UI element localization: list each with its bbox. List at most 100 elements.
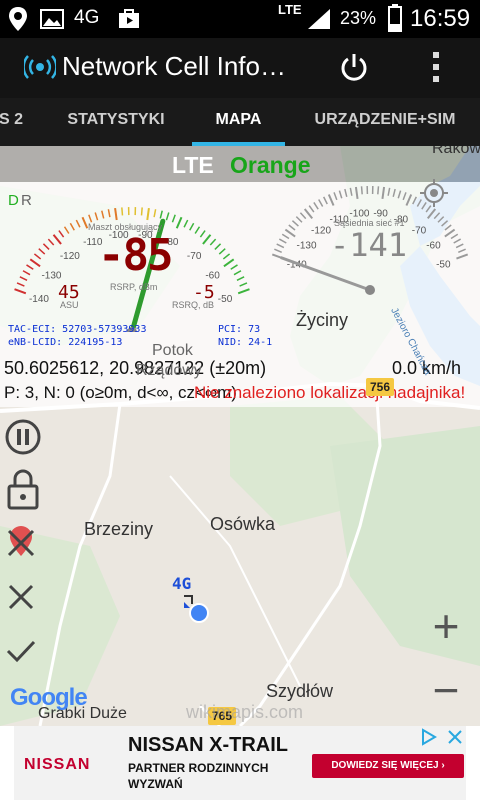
- neighbor-rsrp-value: -141: [330, 226, 408, 264]
- serving-rsrq-label: RSRQ, dB: [172, 300, 215, 310]
- tab-s2[interactable]: S 2: [0, 98, 26, 146]
- neighbor-gauge-tick: [381, 186, 386, 199]
- ad-brand-logo: NISSAN: [24, 756, 91, 773]
- serving-gauge-tick: [29, 258, 41, 268]
- serving-gauge-tick: [202, 234, 212, 245]
- serving-gauge-tick: [237, 288, 250, 295]
- neighbor-gauge-tick: [392, 188, 396, 198]
- serving-gauge-tick: [63, 226, 70, 234]
- serving-gauge-tick: [140, 207, 143, 216]
- tab-mapa[interactable]: MAPA: [192, 98, 285, 146]
- serving-rsrp-value: -85: [98, 230, 173, 281]
- serving-gauge-tick-label: -130: [41, 270, 61, 281]
- signal-panel: D R -140 -130 -120 -110 -100 -90 -80 -70 -60 -50 …: [0, 182, 480, 407]
- ad-cta-button[interactable]: DOWIEDZ SIĘ WIĘCEJ ›: [312, 754, 464, 778]
- neighbor-gauge-tick: [318, 199, 324, 207]
- ad-banner[interactable]: NISSAN NISSAN X-TRAIL PARTNER RODZINNYCH…: [0, 726, 480, 800]
- clock: 16:59: [410, 5, 471, 32]
- pause-button[interactable]: [4, 418, 44, 458]
- serving-gauge-tick-label: -140: [29, 294, 49, 305]
- map-place-potok: Potok: [152, 342, 193, 359]
- neighbor-gauge-tick: [444, 224, 452, 231]
- clear-button[interactable]: [4, 580, 44, 620]
- zoom-in-button[interactable]: +: [426, 603, 466, 649]
- adchoices-icon[interactable]: [420, 728, 438, 751]
- tac-eci: TAC-ECI: 52703-57393933: [8, 324, 147, 335]
- serving-gauge-tick: [146, 208, 150, 221]
- enb-lcid: eNB-LCID: 224195-13: [8, 337, 123, 348]
- map-view[interactable]: LTE Orange D R -140 -130 -120 -110 -100 -90 -8…: [0, 146, 480, 726]
- overflow-menu-icon[interactable]: [430, 51, 442, 88]
- ad-close-icon[interactable]: [446, 728, 464, 751]
- serving-gauge-tick: [165, 212, 170, 221]
- neighbor-gauge-tick: [453, 238, 462, 244]
- neighbor-gauge-tick: [387, 187, 391, 196]
- neighbor-gauge-tick: [299, 212, 307, 220]
- serving-gauge-tick: [33, 253, 42, 260]
- remove-marker-button[interactable]: [4, 526, 44, 566]
- neighbor-gauge-tick: [295, 216, 303, 223]
- map-place-rzadowy: Rządowy: [136, 362, 202, 379]
- tab-statystyki[interactable]: STATYSTYKI: [56, 98, 176, 146]
- serving-gauge-tick: [189, 222, 195, 231]
- ad-subtitle: PARTNER RODZINNYCH WYZWAŃ: [128, 761, 269, 791]
- neighbor-gauge-tick: [308, 205, 315, 213]
- nid: NID: 24-1: [218, 337, 273, 348]
- serving-gauge-tick: [22, 270, 31, 276]
- app-title: Network Cell Info…: [62, 51, 286, 81]
- serving-gauge-tick: [26, 264, 34, 270]
- neighbor-gauge-tick-label: -130: [297, 241, 317, 252]
- neighbor-gauge-tick: [412, 196, 417, 205]
- serving-gauge-tick-label: -120: [60, 251, 80, 262]
- serving-gauge-tick: [239, 282, 248, 287]
- neighbor-gauge-tick: [333, 192, 338, 201]
- neighbor-gauge-tick: [344, 188, 348, 198]
- neighbor-gauge-tick: [278, 238, 287, 244]
- neighbor-gauge-tick: [354, 186, 359, 199]
- neighbor-gauge-tick: [441, 220, 449, 227]
- neighbor-gauge-tick-label: -120: [311, 225, 331, 236]
- serving-gauge-tick: [121, 207, 124, 216]
- image-icon: [40, 9, 64, 34]
- tab-urzadzenie-sim[interactable]: URZĄDZENIE+SIM: [305, 98, 465, 146]
- serving-gauge-tick: [16, 282, 25, 287]
- current-location-marker: [188, 602, 210, 629]
- serving-rsrp-unit: RSRP, dBm: [110, 282, 158, 292]
- neighbor-gauge-tick: [433, 212, 441, 220]
- my-location-icon[interactable]: [419, 178, 449, 213]
- serving-gauge-tick: [47, 238, 55, 246]
- marker-label: 4G: [172, 574, 192, 593]
- neighbor-gauge-tick: [338, 190, 343, 199]
- operator-label: Orange: [230, 152, 311, 178]
- neighbor-gauge-tick: [458, 248, 466, 254]
- map-place-osowka: Osówka: [210, 514, 276, 534]
- app-logo-icon: [22, 55, 58, 84]
- neighbor-gauge-tick: [456, 253, 469, 260]
- serving-gauge-tick: [42, 243, 50, 250]
- neighbor-gauge-tick: [288, 224, 296, 231]
- neighbor-gauge-tick: [405, 194, 413, 206]
- serving-gauge-tick: [101, 210, 105, 219]
- neighbor-gauge-tick: [274, 248, 282, 254]
- serving-gauge-tick: [52, 234, 62, 245]
- neighbor-gauge-needle-hub: [365, 285, 375, 295]
- zoom-out-button[interactable]: −: [426, 667, 466, 713]
- neighbor-gauge-tick: [455, 243, 464, 249]
- serving-gauge-tick: [209, 238, 217, 246]
- serving-asu-label: ASU: [60, 300, 79, 310]
- neighbor-gauge-tick-label: -50: [436, 259, 451, 270]
- confirm-button[interactable]: [4, 634, 44, 674]
- ad-title: NISSAN X-TRAIL: [128, 734, 288, 756]
- serving-gauge-tick: [75, 219, 81, 228]
- neighbor-gauge-tick: [276, 243, 285, 249]
- map-place-szydlow: Szydłów: [266, 681, 334, 701]
- power-button[interactable]: [338, 51, 370, 88]
- neighbor-gauge-tick: [450, 233, 459, 240]
- network-header: LTE Orange: [0, 146, 480, 182]
- serving-gauge-tick: [19, 276, 28, 281]
- technology-label: LTE: [172, 152, 214, 178]
- lock-button[interactable]: [4, 468, 44, 510]
- neighbor-gauge-tick: [313, 202, 319, 210]
- location-icon: [8, 6, 28, 37]
- serving-gauge-tick: [230, 264, 238, 270]
